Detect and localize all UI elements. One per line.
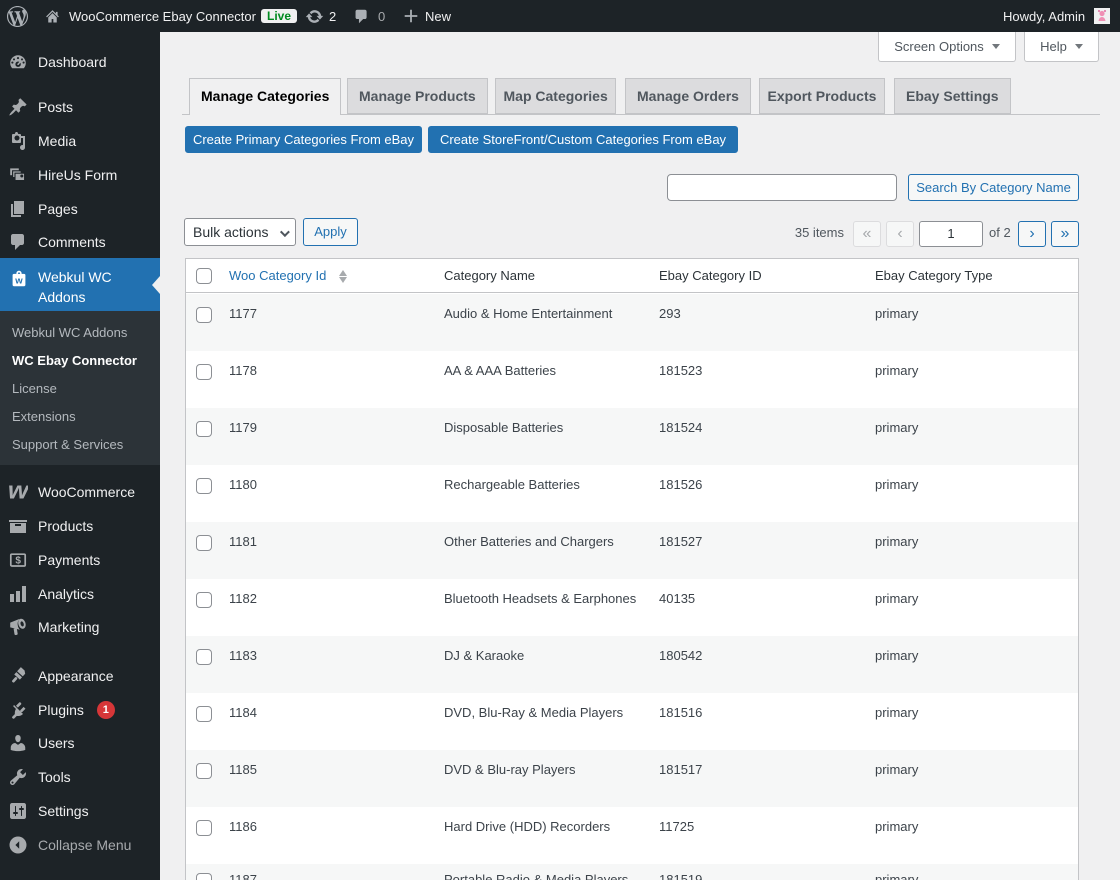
svg-text:w: w (14, 276, 23, 287)
svg-text:$: $ (15, 556, 21, 567)
svg-text:w: w (8, 482, 28, 502)
